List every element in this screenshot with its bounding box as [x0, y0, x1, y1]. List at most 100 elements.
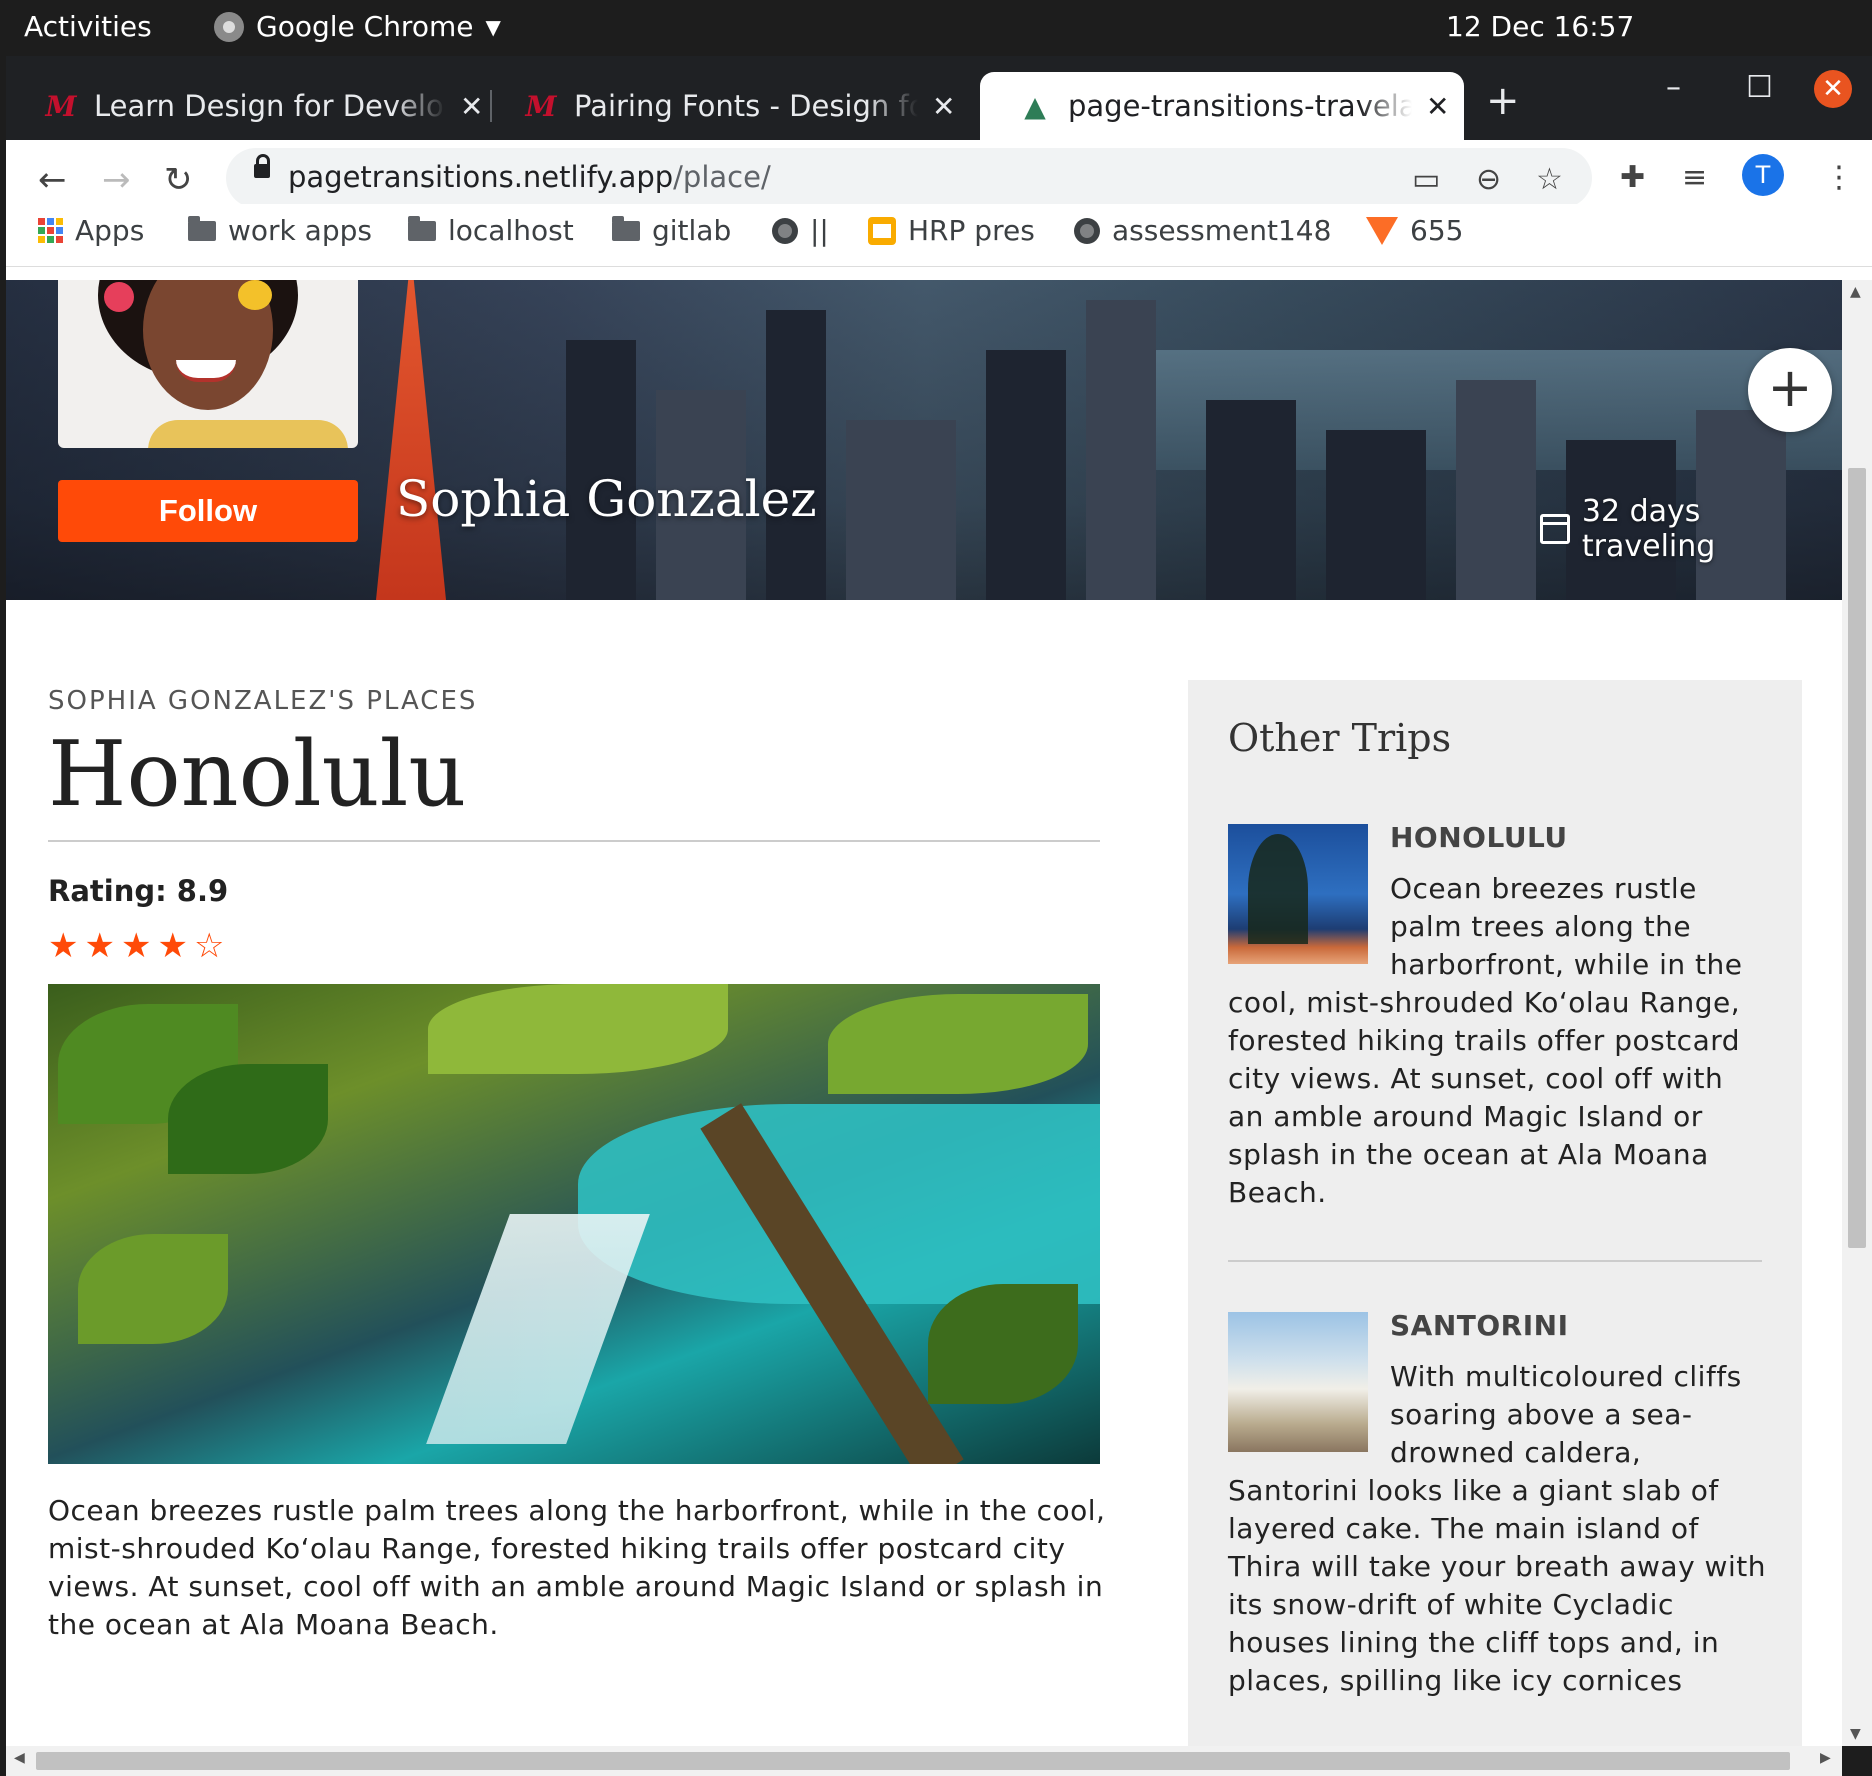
bookmark-apps[interactable]: Apps — [38, 214, 144, 247]
trip-card-santorini[interactable]: SANTORINI With multicoloured cliffs soar… — [1228, 1312, 1768, 1700]
hero-building — [1206, 400, 1296, 600]
globe-icon — [1074, 217, 1100, 244]
mastery-favicon-icon: M — [45, 89, 77, 123]
hero-building — [766, 310, 826, 600]
divider — [1228, 1260, 1762, 1262]
bookmark-gitlab[interactable]: gitlab — [612, 214, 731, 247]
place-photo — [48, 984, 1100, 1464]
calendar-icon — [1540, 514, 1570, 544]
new-tab-icon[interactable]: + — [1486, 78, 1520, 124]
url-text[interactable]: pagetransitions.netlify.app/place/ — [288, 160, 771, 194]
bookmark-label: gitlab — [652, 214, 732, 247]
hero-tower-image — [376, 280, 446, 600]
tab-pairing-fonts[interactable]: M Pairing Fonts - Design for Developers … — [486, 72, 986, 140]
gitlab-icon — [1366, 216, 1398, 245]
trip-thumbnail[interactable] — [1228, 1312, 1368, 1452]
photo-flower — [104, 282, 134, 312]
app-menu-label: Google Chrome — [256, 10, 474, 43]
bookmark-label: 655 — [1410, 214, 1464, 247]
globe-icon — [772, 217, 798, 244]
bookmark-label: Apps — [75, 214, 145, 247]
close-window-icon[interactable]: ✕ — [1814, 70, 1852, 108]
minimize-icon[interactable]: – — [1666, 70, 1681, 105]
scroll-down-icon[interactable]: ▼ — [1850, 1726, 1861, 1742]
photo-leaf — [428, 984, 728, 1074]
other-trips-sidebar: Other Trips HONOLULU Ocean breezes rustl… — [1188, 680, 1802, 1746]
os-top-bar: Activities Google Chrome ▼ 12 Dec 16:57 — [0, 0, 1872, 56]
tab-page-transitions[interactable]: ▲ page-transitions-travelapp ✕ — [980, 72, 1464, 140]
photo-leaf — [78, 1234, 228, 1344]
tab-title: Pairing Fonts - Design for Developers — [574, 89, 918, 123]
scroll-up-icon[interactable]: ▲ — [1850, 284, 1861, 300]
mastery-favicon-icon: M — [525, 89, 557, 123]
maximize-icon[interactable]: ☐ — [1746, 70, 1773, 105]
trip-card-honolulu[interactable]: HONOLULU Ocean breezes rustle palm trees… — [1228, 824, 1768, 1212]
extensions-icon[interactable]: ✚ — [1620, 160, 1645, 195]
horizontal-scrollbar[interactable]: ◀ ▶ — [6, 1746, 1842, 1776]
follow-button[interactable]: Follow — [58, 480, 358, 542]
netlify-favicon-icon: ▲ — [1024, 89, 1046, 123]
star-filled-icon: ★ — [84, 926, 115, 966]
days-traveling-label: 32 days traveling — [1581, 494, 1716, 564]
chrome-icon — [214, 11, 244, 42]
bookmark-pipes[interactable]: || — [772, 214, 829, 247]
scroll-thumb[interactable] — [36, 1752, 1790, 1770]
close-tab-icon[interactable]: ✕ — [932, 90, 955, 123]
photo-leaf — [828, 994, 1088, 1094]
vertical-scrollbar[interactable]: ▲ ▼ — [1842, 280, 1872, 1746]
hero-building — [1086, 300, 1156, 600]
page-viewport: Follow Sophia Gonzalez 32 days traveling… — [6, 280, 1842, 1746]
scroll-right-icon[interactable]: ▶ — [1820, 1750, 1831, 1766]
bookmark-655[interactable]: 655 — [1366, 214, 1463, 247]
scroll-thumb[interactable] — [1848, 468, 1866, 1248]
close-tab-icon[interactable]: ✕ — [460, 90, 483, 123]
caret-down-icon: ▼ — [485, 14, 501, 39]
place-description: Ocean breezes rustle palm trees along th… — [48, 1494, 1106, 1641]
slides-icon — [868, 216, 896, 245]
back-icon[interactable]: ← — [38, 160, 67, 200]
star-filled-icon: ★ — [120, 926, 152, 966]
apps-grid-icon — [38, 218, 63, 243]
bookmark-label: || — [810, 214, 829, 247]
url-host: pagetransitions.netlify.app — [288, 160, 674, 194]
close-tab-icon[interactable]: ✕ — [1426, 90, 1449, 123]
reload-icon[interactable]: ↻ — [164, 160, 193, 200]
bookmark-work-apps[interactable]: work apps — [188, 214, 372, 247]
hero-building — [1326, 430, 1426, 600]
other-trips-title: Other Trips — [1228, 716, 1452, 760]
lock-icon[interactable] — [254, 154, 270, 178]
divider — [48, 840, 1100, 842]
star-rating: ★ ★ ★ ★ ☆ — [48, 926, 224, 966]
activities-button[interactable]: Activities — [24, 10, 152, 43]
days-traveling: 32 days traveling — [1540, 494, 1842, 564]
media-controls-icon[interactable]: ≡ — [1682, 160, 1707, 195]
bookmark-star-icon[interactable]: ☆ — [1536, 162, 1563, 197]
menu-kebab-icon[interactable]: ⋮ — [1824, 160, 1854, 195]
zoom-icon[interactable]: ⊖ — [1476, 162, 1501, 197]
address-bar[interactable]: pagetransitions.netlify.app/place/ ▭ ⊖ ☆ — [226, 148, 1592, 208]
cast-icon[interactable]: ▭ — [1412, 162, 1440, 197]
tab-title: page-transitions-travelapp — [1068, 89, 1412, 123]
profile-hero-banner: Follow Sophia Gonzalez 32 days traveling… — [6, 280, 1842, 600]
trip-thumbnail[interactable] — [1228, 824, 1368, 964]
rating-label: Rating: 8.9 — [48, 874, 229, 908]
browser-window: M Learn Design for Developers ✕ M Pairin… — [6, 56, 1872, 1776]
app-menu[interactable]: Google Chrome ▼ — [214, 10, 501, 43]
scroll-left-icon[interactable]: ◀ — [14, 1750, 25, 1766]
tab-learn-design[interactable]: M Learn Design for Developers ✕ — [6, 72, 492, 140]
star-filled-icon: ★ — [48, 926, 79, 966]
bookmark-assessment[interactable]: assessment148 — [1074, 214, 1331, 247]
photo-leaf — [168, 1064, 328, 1174]
profile-avatar[interactable]: T — [1742, 154, 1784, 196]
places-section-label: SOPHIA GONZALEZ'S PLACES — [48, 686, 478, 716]
bookmark-hrp-pres[interactable]: HRP pres — [868, 214, 1035, 247]
folder-icon — [408, 215, 436, 241]
forward-icon[interactable]: → — [102, 160, 131, 200]
bookmark-localhost[interactable]: localhost — [408, 214, 574, 247]
tab-strip: M Learn Design for Developers ✕ M Pairin… — [6, 56, 1872, 140]
hero-building — [1456, 380, 1536, 600]
clock[interactable]: 12 Dec 16:57 — [1446, 10, 1634, 43]
star-empty-icon: ☆ — [193, 926, 225, 966]
add-button[interactable]: + — [1748, 348, 1832, 432]
hero-building — [986, 350, 1066, 600]
